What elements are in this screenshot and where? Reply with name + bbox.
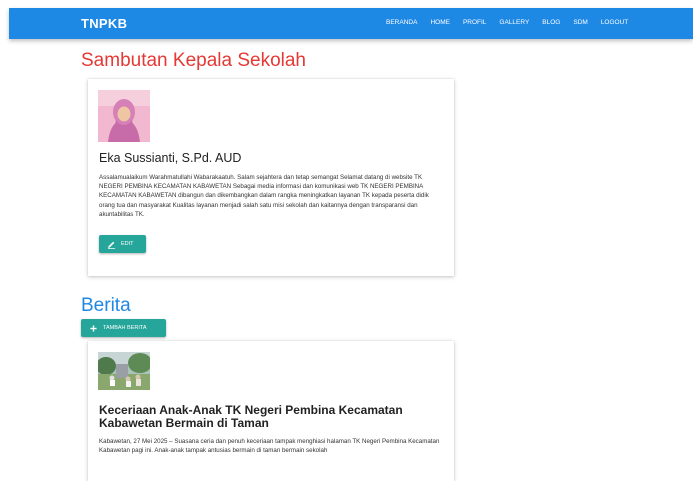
plus-icon (90, 324, 97, 332)
edit-button-label: EDIT (121, 241, 134, 247)
nav-link-beranda[interactable]: BERANDA (386, 19, 417, 26)
welcome-card: Eka Sussianti, S.Pd. AUD Assalamualaikum… (88, 79, 454, 276)
welcome-message: Assalamualaikum Warahmatullahi Wabarakaa… (99, 174, 429, 218)
principal-photo (98, 90, 150, 142)
pencil-icon (107, 240, 116, 249)
news-section-title: Berita (81, 295, 131, 316)
principal-name: Eka Sussianti, S.Pd. AUD (99, 151, 242, 165)
nav-link-logout[interactable]: LOGOUT (601, 19, 628, 26)
brand-logo[interactable]: TNPKB (81, 16, 127, 31)
nav-menu: BERANDA HOME PROFIL GALLERY BLOG SDM LOG… (386, 19, 628, 26)
nav-link-blog[interactable]: BLOG (542, 19, 560, 26)
add-news-button[interactable]: TAMBAH BERITA (81, 319, 166, 337)
edit-button[interactable]: EDIT (99, 235, 146, 253)
news-thumbnail[interactable] (98, 352, 150, 390)
add-news-button-label: TAMBAH BERITA (103, 325, 147, 331)
nav-link-sdm[interactable]: SDM (573, 19, 587, 26)
nav-link-gallery[interactable]: GALLERY (499, 19, 529, 26)
news-card: Keceriaan Anak-Anak TK Negeri Pembina Ke… (88, 341, 454, 481)
news-title[interactable]: Keceriaan Anak-Anak TK Negeri Pembina Ke… (99, 404, 444, 430)
nav-link-home[interactable]: HOME (430, 19, 450, 26)
nav-link-profil[interactable]: PROFIL (463, 19, 486, 26)
news-excerpt: Kabawetan, 27 Mei 2025 – Suasana ceria d… (99, 438, 440, 455)
welcome-section-title: Sambutan Kepala Sekolah (81, 50, 306, 71)
navbar: TNPKB BERANDA HOME PROFIL GALLERY BLOG S… (9, 8, 693, 39)
